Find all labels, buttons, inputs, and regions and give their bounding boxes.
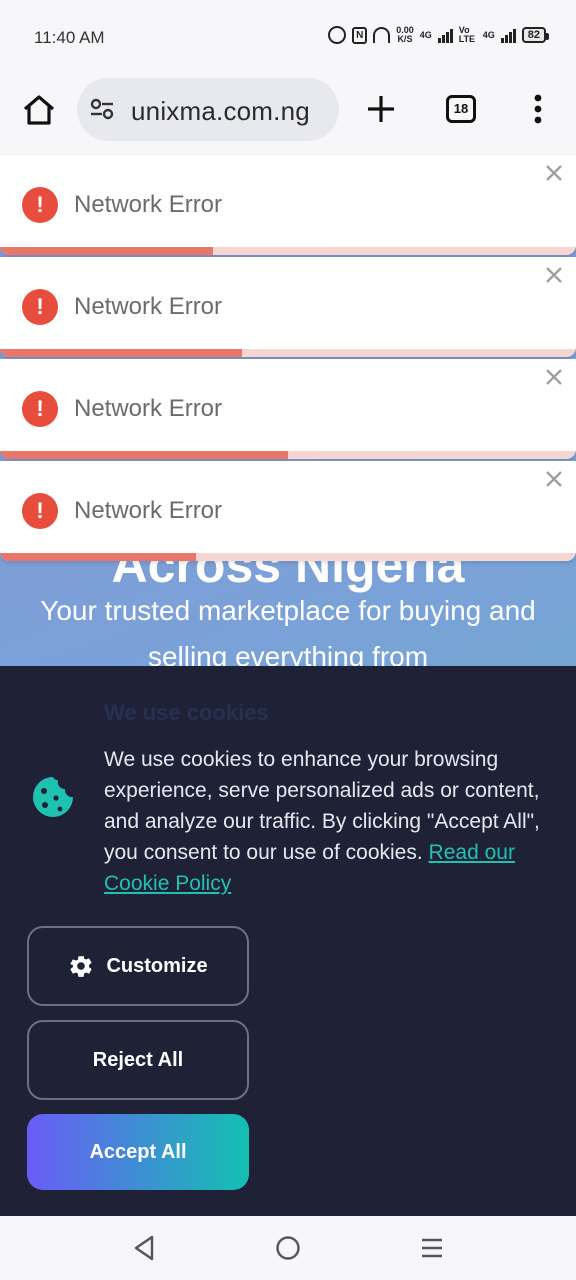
alarm-icon xyxy=(328,26,347,44)
network-speed: 0.00 K/S xyxy=(396,26,414,44)
status-bar: 11:40 AM N 0.00 K/S 4G Vo LTE 4G 82 xyxy=(0,0,576,76)
toast-message: Network Error xyxy=(74,191,223,218)
close-icon[interactable] xyxy=(544,265,564,285)
error-icon: ! xyxy=(22,289,58,325)
reject-all-button[interactable]: Reject All xyxy=(27,1020,249,1100)
toast-progress-track xyxy=(0,553,576,561)
back-icon[interactable] xyxy=(132,1234,156,1262)
accept-all-button[interactable]: Accept All xyxy=(27,1114,249,1190)
recents-icon[interactable] xyxy=(420,1236,444,1260)
toast-notification: ! Network Error xyxy=(0,461,576,561)
status-icons: N 0.00 K/S 4G Vo LTE 4G 82 xyxy=(328,25,550,44)
customize-label: Customize xyxy=(106,954,208,977)
toast-progress-track xyxy=(0,247,576,255)
reject-all-label: Reject All xyxy=(92,1048,184,1071)
tab-count-button[interactable]: 18 xyxy=(446,95,476,123)
error-icon: ! xyxy=(22,187,58,223)
plus-icon[interactable] xyxy=(366,94,396,124)
browser-toolbar: unixma.com.ng 18 xyxy=(0,76,576,156)
url-text: unixma.com.ng xyxy=(131,96,310,126)
close-icon[interactable] xyxy=(544,163,564,183)
error-icon: ! xyxy=(22,493,58,529)
close-icon[interactable] xyxy=(544,469,564,489)
toast-progress-bar xyxy=(0,349,242,357)
gear-icon xyxy=(70,955,92,977)
toast-progress-track xyxy=(0,451,576,459)
cookie-banner: We use cookies We use cookies to enhance… xyxy=(0,666,576,1216)
network-speed-unit: K/S xyxy=(397,34,413,44)
circle-home-icon[interactable] xyxy=(275,1235,301,1261)
headphones-icon xyxy=(373,27,391,43)
accept-all-label: Accept All xyxy=(89,1140,187,1163)
cookie-banner-heading: We use cookies xyxy=(104,700,269,725)
customize-button[interactable]: Customize xyxy=(27,926,249,1006)
tune-icon[interactable] xyxy=(89,98,115,120)
sim2-network-label: 4G xyxy=(482,29,495,40)
close-icon[interactable] xyxy=(544,367,564,387)
toast-progress-bar xyxy=(0,553,196,561)
toast-progress-bar xyxy=(0,451,288,459)
toast-message: Network Error xyxy=(74,395,223,422)
sim2-signal-icon xyxy=(500,27,516,43)
more-vert-icon[interactable] xyxy=(534,94,542,124)
home-icon[interactable] xyxy=(22,94,56,126)
battery-level: 82 xyxy=(521,27,550,43)
toast-progress-track xyxy=(0,349,576,357)
toast-message: Network Error xyxy=(74,497,223,524)
toast-message: Network Error xyxy=(74,293,223,320)
status-time: 11:40 AM xyxy=(34,28,105,47)
address-bar[interactable]: unixma.com.ng xyxy=(77,78,339,141)
toast-notification: ! Network Error xyxy=(0,257,576,357)
toast-notification: ! Network Error xyxy=(0,155,576,255)
volte-label: Vo LTE xyxy=(458,25,476,44)
cookie-banner-text: We use cookies to enhance your browsing … xyxy=(104,744,544,899)
sim1-signal-icon xyxy=(437,27,453,43)
sim1-network-label: 4G xyxy=(419,29,432,40)
error-icon: ! xyxy=(22,391,58,427)
system-nav-bar xyxy=(0,1216,576,1280)
toast-notification: ! Network Error xyxy=(0,359,576,459)
cookie-icon xyxy=(33,777,73,817)
nfc-icon: N xyxy=(352,26,368,44)
toast-progress-bar xyxy=(0,247,214,255)
